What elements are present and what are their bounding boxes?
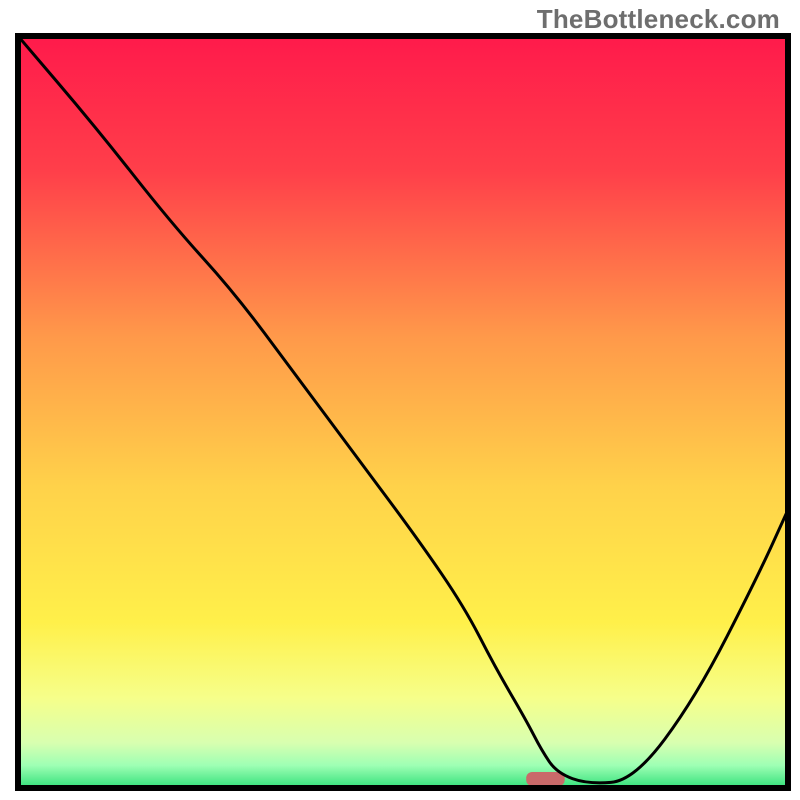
bottleneck-chart bbox=[0, 0, 800, 800]
gradient-background bbox=[18, 36, 788, 788]
sweet-spot-marker bbox=[526, 772, 565, 786]
chart-stage: TheBottleneck.com bbox=[0, 0, 800, 800]
